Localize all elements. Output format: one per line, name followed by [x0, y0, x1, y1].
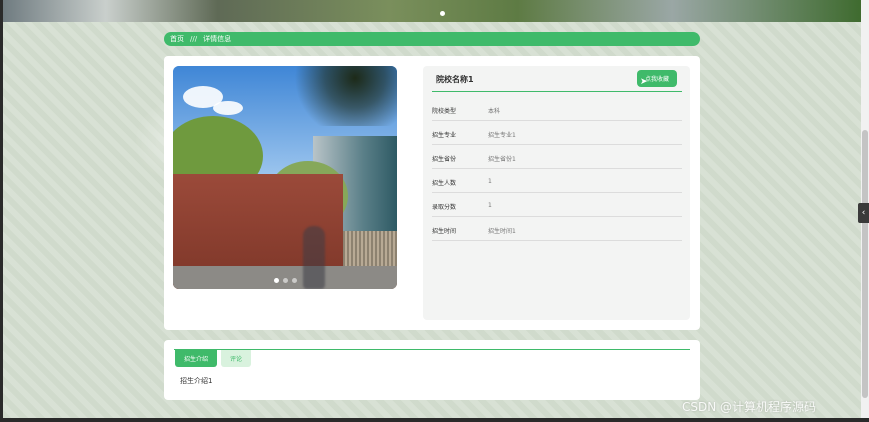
- banner-indicator-dot[interactable]: [440, 11, 445, 16]
- carousel-dots: [173, 278, 397, 283]
- info-value: 招生省份1: [488, 156, 516, 163]
- top-banner-image: [3, 0, 861, 22]
- tab-comments[interactable]: 评论: [221, 350, 251, 367]
- window-bottom-edge: [0, 418, 869, 422]
- info-value: 招生时间1: [488, 228, 516, 235]
- info-value: 1: [488, 178, 492, 185]
- side-collapse-chevron-icon[interactable]: ‹: [858, 203, 869, 223]
- info-row-major: 招生专业 招生专业1: [432, 121, 682, 145]
- carousel-photo-branches: [283, 66, 397, 126]
- info-label: 院校类型: [432, 108, 457, 115]
- image-carousel[interactable]: [173, 66, 397, 289]
- info-row-time: 招生时间 招生时间1: [432, 217, 682, 241]
- carousel-dot[interactable]: [273, 278, 279, 283]
- carousel-photo-cloud: [213, 101, 243, 115]
- scrollbar-thumb[interactable]: [862, 130, 868, 398]
- info-label: 招生人数: [432, 180, 457, 187]
- mouse-cursor-icon: ➤: [640, 77, 648, 87]
- info-header: 院校名称1 点我收藏 ➤: [432, 68, 682, 92]
- info-label: 招生省份: [432, 156, 457, 163]
- info-label: 录取分数: [432, 204, 457, 211]
- info-row-province: 招生省份 招生省份1: [432, 145, 682, 169]
- info-value: 招生专业1: [488, 132, 516, 139]
- tab-intro[interactable]: 招生介绍: [175, 350, 217, 367]
- info-value: 1: [488, 202, 492, 209]
- info-row-score: 录取分数 1: [432, 193, 682, 217]
- info-row-type: 院校类型 本科: [432, 97, 682, 121]
- school-name: 院校名称1: [436, 75, 474, 84]
- tab-divider: [174, 349, 690, 350]
- info-label: 招生时间: [432, 228, 457, 235]
- info-row-count: 招生人数 1: [432, 169, 682, 193]
- carousel-photo-fence: [341, 231, 397, 271]
- breadcrumb-current: 详情信息: [203, 35, 232, 43]
- info-value: 本科: [488, 108, 501, 115]
- breadcrumb-separator: ///: [190, 35, 198, 43]
- breadcrumb-home[interactable]: 首页: [170, 34, 184, 44]
- carousel-dot[interactable]: [282, 278, 288, 283]
- carousel-dot[interactable]: [291, 278, 297, 283]
- intro-text: 招生介绍1: [180, 377, 213, 385]
- favorite-label: 点我收藏: [644, 76, 669, 83]
- breadcrumb: 首页 /// 详情信息: [164, 32, 700, 46]
- info-label: 招生专业: [432, 132, 457, 139]
- watermark-text: CSDN @计算机程序源码: [682, 400, 817, 414]
